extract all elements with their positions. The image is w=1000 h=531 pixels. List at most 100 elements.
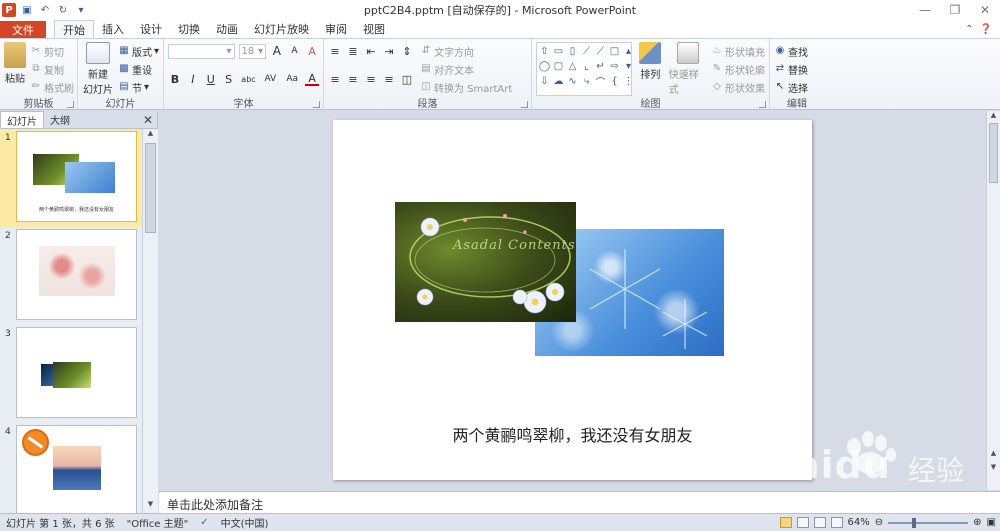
notes-pane[interactable]: 单击此处添加备注 bbox=[159, 491, 1000, 513]
shape-fill-button[interactable]: ♨ 形状填充 bbox=[711, 42, 765, 60]
slideshow-view-icon[interactable] bbox=[830, 517, 843, 528]
format-painter-button[interactable]: ✏ 格式刷 bbox=[30, 78, 74, 96]
quick-styles-button[interactable]: 快速样式 bbox=[669, 42, 707, 96]
scroll-down-icon[interactable]: ▼ bbox=[143, 500, 158, 513]
layout-button[interactable]: ▦ 版式 ▾ bbox=[118, 42, 159, 60]
slide-thumbnail-1[interactable]: 1 两个黄鹂鸣翠柳，我还没有女朋友 bbox=[0, 129, 142, 227]
shadow-button[interactable]: abc bbox=[240, 72, 258, 86]
zoom-in-icon[interactable]: ⊕ bbox=[973, 517, 981, 528]
slide-thumbnail-3[interactable]: 3 bbox=[0, 325, 142, 423]
scrollbar-thumb[interactable] bbox=[989, 123, 998, 183]
italic-button[interactable]: I bbox=[186, 72, 200, 86]
font-color-button[interactable]: A bbox=[305, 72, 320, 86]
callout-shape-icon[interactable]: ☁ bbox=[552, 74, 565, 88]
arrow-up-shape-icon[interactable]: ⇧ bbox=[538, 44, 551, 58]
tab-review[interactable]: 审阅 bbox=[317, 20, 355, 38]
previous-slide-icon[interactable]: ▲ bbox=[987, 449, 1000, 462]
slide-caption-text[interactable]: 两个黄鹂鸣翠柳，我还没有女朋友 bbox=[333, 422, 812, 446]
section-button[interactable]: ▤ 节 ▾ bbox=[118, 78, 159, 96]
tab-file[interactable]: 文件 bbox=[0, 21, 46, 38]
elbow-connector-shape-icon[interactable]: ⌞ bbox=[580, 59, 593, 73]
close-pane-icon[interactable]: ✕ bbox=[143, 113, 153, 127]
shapes-gallery[interactable]: ⇧ ▭ ▯ ⟋ ⟋ □ ▴ ◯ ▢ △ ⌞ ↵ ⇨ ▾ ⇩ ☁ ∿ ⤷ ⌒ { bbox=[536, 42, 635, 96]
shape-outline-button[interactable]: ✎ 形状轮廓 bbox=[711, 60, 765, 78]
tab-transitions[interactable]: 切换 bbox=[170, 20, 208, 38]
floral-image[interactable]: Asadal Contents bbox=[395, 202, 576, 322]
bend-arrow-shape-icon[interactable]: ⤷ bbox=[580, 74, 593, 88]
spellcheck-icon[interactable]: ✓ bbox=[194, 517, 214, 528]
smartart-button[interactable]: ◫ 转换为 SmartArt bbox=[420, 78, 512, 96]
text-direction-button[interactable]: ⇵ 文字方向 bbox=[420, 42, 512, 60]
powerpoint-app-icon[interactable]: P bbox=[2, 3, 16, 17]
align-right-icon[interactable]: ≡ bbox=[364, 72, 378, 86]
zoom-slider-knob[interactable] bbox=[911, 517, 916, 528]
oval-shape-icon[interactable]: ◯ bbox=[538, 59, 551, 73]
bullets-icon[interactable]: ≡ bbox=[328, 44, 342, 58]
zoom-out-icon[interactable]: ⊖ bbox=[875, 517, 883, 528]
editor-scrollbar[interactable]: ▲ ▲ ▼ bbox=[986, 111, 1000, 490]
scrollbar-thumb[interactable] bbox=[145, 143, 156, 233]
arc-shape-icon[interactable]: ⌒ bbox=[594, 74, 607, 89]
tab-view[interactable]: 视图 bbox=[355, 20, 393, 38]
paste-button[interactable]: 粘贴 bbox=[4, 42, 26, 96]
down-arrow-shape-icon[interactable]: ⇩ bbox=[538, 74, 551, 88]
slide-sorter-view-icon[interactable] bbox=[796, 517, 809, 528]
rounded-rect-shape-icon[interactable]: ▢ bbox=[552, 59, 565, 73]
save-icon[interactable]: ▣ bbox=[20, 3, 34, 17]
thumbnail-scrollbar[interactable]: ▲ ▼ bbox=[142, 129, 158, 513]
bold-button[interactable]: B bbox=[168, 72, 182, 86]
align-left-icon[interactable]: ≡ bbox=[328, 72, 342, 86]
reset-button[interactable]: ▩ 重设 bbox=[118, 60, 159, 78]
shrink-font-button[interactable]: A bbox=[288, 44, 302, 58]
new-slide-button[interactable]: 新建 幻灯片 bbox=[82, 42, 114, 96]
elbow-arrow-shape-icon[interactable]: ↵ bbox=[594, 59, 607, 73]
slide-thumbnail-2[interactable]: 2 bbox=[0, 227, 142, 325]
justify-icon[interactable]: ≡ bbox=[382, 72, 396, 86]
tab-slides[interactable]: 幻灯片 bbox=[0, 111, 44, 128]
line-shape-icon[interactable]: ⟋ bbox=[594, 44, 607, 58]
increase-indent-icon[interactable]: ⇥ bbox=[382, 44, 396, 58]
brace-shape-icon[interactable]: { bbox=[608, 74, 621, 88]
vertical-textbox-shape-icon[interactable]: ▯ bbox=[566, 44, 579, 58]
scroll-up-icon[interactable]: ▲ bbox=[143, 129, 158, 142]
fit-to-window-icon[interactable]: ▣ bbox=[987, 517, 996, 528]
strike-button[interactable]: S bbox=[222, 72, 236, 86]
font-launcher-icon[interactable] bbox=[313, 101, 320, 108]
customize-qat-icon[interactable]: ▾ bbox=[74, 3, 88, 17]
slide-thumbnail-4[interactable]: 4 bbox=[0, 423, 142, 513]
align-center-icon[interactable]: ≡ bbox=[346, 72, 360, 86]
tab-animations[interactable]: 动画 bbox=[208, 20, 246, 38]
arrange-button[interactable]: 排列 bbox=[636, 42, 665, 96]
line-shape-icon[interactable]: ⟋ bbox=[580, 44, 593, 58]
select-button[interactable]: ↖ 选择 bbox=[774, 78, 820, 96]
collapse-ribbon-icon[interactable]: ⌃ bbox=[965, 24, 973, 35]
line-spacing-icon[interactable]: ⇕ bbox=[400, 44, 414, 58]
numbering-icon[interactable]: ≣ bbox=[346, 44, 360, 58]
zoom-slider[interactable] bbox=[888, 517, 969, 528]
zoom-level[interactable]: 64% bbox=[848, 517, 870, 528]
redo-icon[interactable]: ↻ bbox=[56, 3, 70, 17]
char-spacing-button[interactable]: AV bbox=[261, 72, 279, 86]
reading-view-icon[interactable] bbox=[813, 517, 826, 528]
restore-icon[interactable]: ❐ bbox=[940, 0, 970, 20]
language-indicator[interactable]: 中文(中国) bbox=[215, 515, 275, 530]
normal-view-icon[interactable] bbox=[779, 517, 792, 528]
find-button[interactable]: ◉ 查找 bbox=[774, 42, 820, 60]
textbox-shape-icon[interactable]: ▭ bbox=[552, 44, 565, 58]
copy-button[interactable]: ⧉ 复制 bbox=[30, 60, 74, 78]
tab-design[interactable]: 设计 bbox=[132, 20, 170, 38]
font-name-combo[interactable]: ▾ bbox=[168, 43, 235, 59]
scroll-down-icon[interactable]: ▾ bbox=[622, 59, 635, 73]
clear-format-button[interactable]: A bbox=[305, 44, 319, 58]
clipboard-launcher-icon[interactable] bbox=[67, 101, 74, 108]
rectangle-shape-icon[interactable]: □ bbox=[608, 44, 621, 58]
help-icon[interactable]: ❓ bbox=[980, 24, 992, 35]
font-size-combo[interactable]: 18 ▾ bbox=[238, 43, 266, 59]
underline-button[interactable]: U bbox=[204, 72, 218, 86]
scroll-up-icon[interactable]: ▴ bbox=[622, 44, 635, 58]
align-text-button[interactable]: ▤ 对齐文本 bbox=[420, 60, 512, 78]
drawing-launcher-icon[interactable] bbox=[759, 101, 766, 108]
tab-insert[interactable]: 插入 bbox=[94, 20, 132, 38]
right-arrow-shape-icon[interactable]: ⇨ bbox=[608, 59, 621, 73]
replace-button[interactable]: ⇄ 替换 bbox=[774, 60, 820, 78]
